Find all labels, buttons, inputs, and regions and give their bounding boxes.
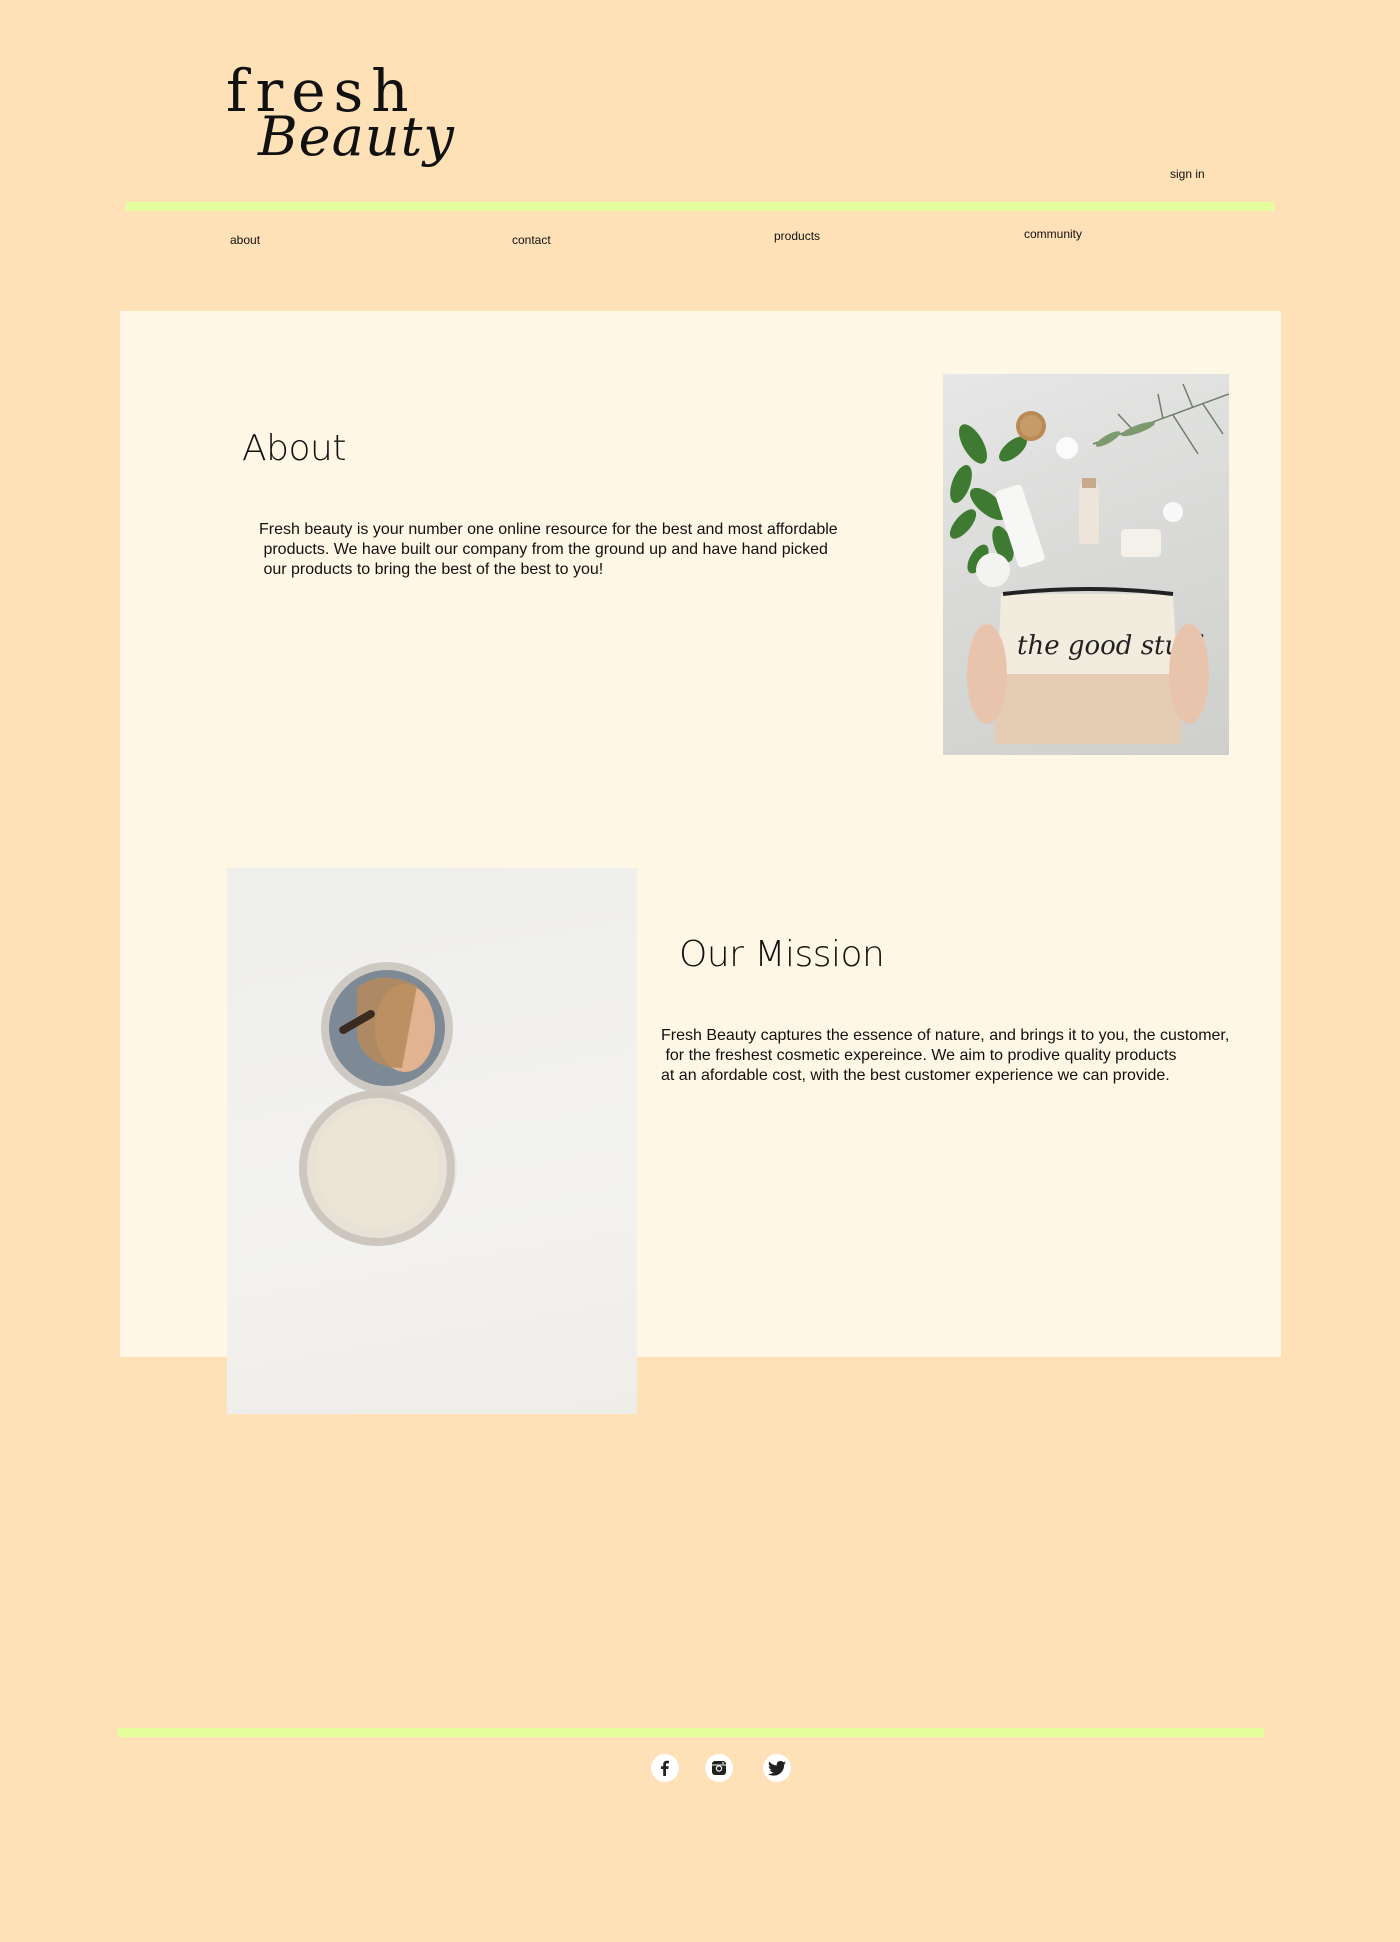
- sign-in-link[interactable]: sign in: [1170, 167, 1205, 181]
- facebook-icon[interactable]: [651, 1754, 679, 1782]
- logo-beauty[interactable]: Beauty: [258, 110, 455, 164]
- twitter-icon[interactable]: [763, 1754, 791, 1782]
- nav-community[interactable]: community: [1024, 227, 1082, 241]
- header-divider: [126, 202, 1274, 211]
- nav-contact[interactable]: contact: [512, 233, 551, 247]
- about-title: About: [242, 428, 346, 469]
- instagram-icon[interactable]: [705, 1754, 733, 1782]
- nav-about[interactable]: about: [230, 233, 260, 247]
- compact-mirror-image: [227, 868, 637, 1414]
- nav-products[interactable]: products: [774, 229, 820, 243]
- mission-text: Fresh Beauty captures the essence of nat…: [661, 1027, 1230, 1084]
- mission-title: Our Mission: [679, 934, 885, 975]
- footer-divider: [118, 1728, 1264, 1737]
- about-text: Fresh beauty is your number one online r…: [259, 521, 838, 578]
- cosmetics-flatlay-image: the good stuff: [943, 374, 1229, 755]
